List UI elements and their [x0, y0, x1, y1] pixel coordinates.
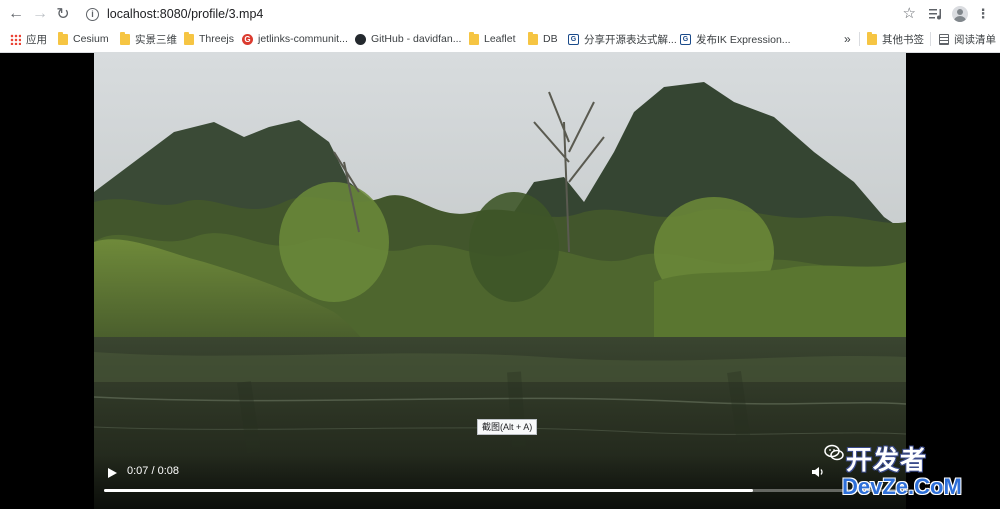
watermark-en: DevZe.CoM [842, 474, 962, 499]
bookmark-apps[interactable]: 应用 [10, 30, 47, 48]
bookmarks-bar: 应用 Cesium 实景三维 Threejs G jetlinks-commun… [0, 28, 1000, 50]
wechat-icon [824, 444, 844, 461]
bookmark-star-icon[interactable]: ☆ [903, 4, 916, 22]
folder-icon [867, 31, 877, 45]
video-frame [94, 52, 906, 509]
bookmark-github[interactable]: GitHub - davidfan... [355, 30, 461, 48]
bookmark-expression-share[interactable]: G 分享开源表达式解... [568, 30, 677, 48]
screenshot-tooltip: 截图(Alt + A) [477, 419, 538, 435]
bookmark-other[interactable]: 其他书签 [867, 30, 924, 48]
bookmarks-divider [930, 32, 931, 46]
bookmark-threejs[interactable]: Threejs [184, 30, 234, 48]
video-progress-bar[interactable] [104, 489, 896, 492]
reading-list-button[interactable]: 阅读清单 [939, 30, 996, 48]
browser-toolbar: ← → ↻ i localhost:8080/profile/3.mp4 ☆ ⋮ [0, 0, 1000, 28]
forward-icon[interactable]: → [30, 4, 50, 24]
browser-chrome: ← → ↻ i localhost:8080/profile/3.mp4 ☆ ⋮… [0, 0, 1000, 53]
folder-icon [120, 31, 130, 45]
folder-icon [469, 31, 479, 45]
play-icon[interactable] [106, 467, 118, 479]
profile-avatar[interactable] [952, 4, 968, 24]
info-icon[interactable]: i [86, 7, 99, 21]
bookmarks-overflow-button[interactable]: » [844, 30, 851, 48]
bookmark-cesium[interactable]: Cesium [58, 30, 109, 48]
media-control-icon[interactable] [928, 4, 944, 24]
volume-icon[interactable] [811, 465, 825, 479]
apps-grid-icon [10, 33, 21, 45]
bookmark-leaflet[interactable]: Leaflet [469, 30, 516, 48]
site-icon: G [680, 33, 691, 45]
folder-icon [184, 31, 194, 45]
video-controls: 0:07 / 0:08 [94, 455, 906, 509]
site-icon: G [568, 33, 579, 45]
watermark: 开发者 DevZe.CoM [824, 440, 1000, 502]
back-icon[interactable]: ← [6, 4, 26, 24]
folder-icon [58, 31, 68, 45]
bookmark-3d[interactable]: 实景三维 [120, 30, 177, 48]
folder-icon [528, 31, 538, 45]
bookmark-jetlinks[interactable]: G jetlinks-communit... [242, 30, 348, 48]
bookmarks-divider [859, 32, 860, 46]
address-bar[interactable]: i localhost:8080/profile/3.mp4 ☆ [80, 3, 920, 25]
bookmark-db[interactable]: DB [528, 30, 558, 48]
menu-kebab-icon[interactable]: ⋮ [976, 4, 990, 24]
video-progress-fill [104, 489, 754, 492]
reading-list-icon [939, 33, 949, 45]
watermark-cn: 开发者 [846, 445, 928, 475]
reload-icon[interactable]: ↻ [53, 4, 73, 24]
gitee-icon: G [242, 33, 253, 45]
video-time: 0:07 / 0:08 [127, 465, 179, 477]
bookmark-ik-expression[interactable]: G 发布IK Expression... [680, 30, 791, 48]
github-icon [355, 33, 366, 45]
video-player[interactable] [94, 52, 906, 509]
url-text[interactable]: localhost:8080/profile/3.mp4 [107, 7, 263, 21]
